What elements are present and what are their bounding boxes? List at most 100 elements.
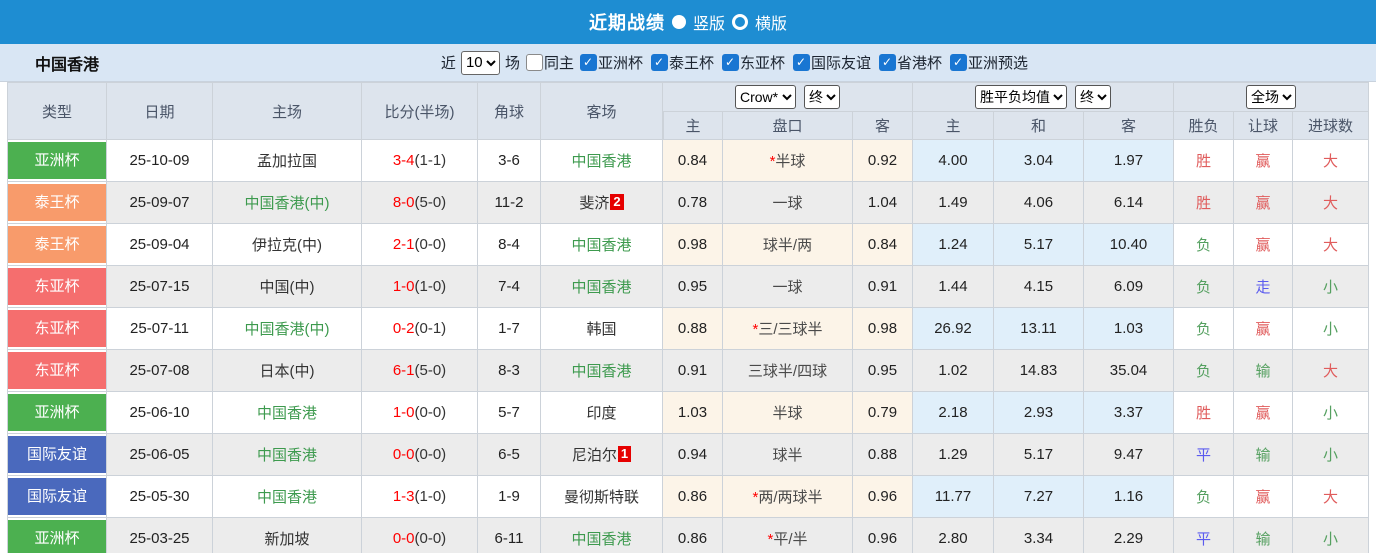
full-time-score: 2-1 (392, 236, 415, 253)
result-handicap: 赢 (1234, 392, 1294, 434)
competition-badge: 东亚杯 (8, 352, 106, 389)
col-header-handicap-away: 客 (853, 112, 913, 140)
col-header-avg-home: 主 (913, 112, 994, 140)
east-asian-cup-label: 东亚杯 (740, 55, 786, 72)
rank-badge: 1 (617, 446, 632, 462)
col-header-wdl: 胜负 (1174, 112, 1235, 140)
corner-score: 11-2 (478, 182, 541, 224)
table-row: 国际友谊 25-06-05 中国香港 0-0(0-0) 6-5 尼泊尔 1 0.9… (7, 434, 1370, 476)
avg-home-odds: 4.00 (913, 140, 994, 182)
match-date: 25-09-04 (107, 224, 213, 266)
avg-time-select[interactable]: 终 (1075, 85, 1111, 109)
scope-select[interactable]: 全场 (1246, 85, 1297, 109)
rank-badge: 2 (610, 194, 624, 210)
match-date: 25-09-07 (107, 182, 213, 224)
page-title: 近期战绩 (588, 13, 665, 33)
home-team: 新加坡 (213, 518, 362, 553)
corner-score: 7-4 (478, 266, 541, 308)
table-row: 东亚杯 25-07-15 中国(中) 1-0(1-0) 7-4 中国香港 0.9… (7, 266, 1370, 308)
same-home-checkbox[interactable] (525, 54, 543, 71)
col-header-date: 日期 (107, 82, 213, 140)
half-time-score: (0-0) (414, 404, 447, 421)
provincial-cup-checkbox[interactable] (879, 54, 897, 71)
result-handicap: 赢 (1234, 140, 1294, 182)
half-time-score: (5-0) (414, 362, 447, 379)
col-header-handicap-line: 盘口 (723, 112, 853, 140)
home-team: 伊拉克(中) (213, 224, 362, 266)
col-header-goals: 进球数 (1293, 112, 1370, 140)
vertical-layout-label[interactable]: 竖版 (693, 10, 725, 34)
table-row: 泰王杯 25-09-04 伊拉克(中) 2-1(0-0) 8-4 中国香港 0.… (7, 224, 1370, 266)
match-date: 25-07-11 (107, 308, 213, 350)
table-row: 国际友谊 25-05-30 中国香港 1-3(1-0) 1-9 曼彻斯特联 0.… (7, 476, 1370, 518)
kings-cup-checkbox[interactable] (650, 54, 668, 71)
home-team: 中国(中) (213, 266, 362, 308)
table-header: 类型 日期 主场 比分(半场) 角球 客场 Crow* 终 胜平负均值终 全场 主… (7, 82, 1370, 140)
avg-draw-odds: 13.11 (994, 308, 1084, 350)
east-asian-cup-checkbox[interactable] (722, 54, 739, 71)
half-time-score: (5-0) (414, 194, 447, 211)
result-group-header: 全场 (1174, 82, 1370, 112)
competition-filter: 省港杯 (873, 52, 942, 73)
full-time-score: 6-1 (392, 362, 415, 379)
competition-filter: 泰王杯 (645, 52, 714, 73)
title-bar: 近期战绩 竖版 横版 (0, 0, 1376, 44)
vertical-layout-radio-icon[interactable] (671, 15, 686, 29)
avg-market-select[interactable]: 胜平负均值 (975, 85, 1067, 109)
corner-score: 8-4 (478, 224, 541, 266)
avg-group-header: 胜平负均值终 (913, 82, 1175, 112)
competition-badge: 国际友谊 (8, 436, 106, 473)
competition-filter: 亚洲预选 (944, 52, 1028, 73)
result-goals: 小 (1293, 434, 1370, 476)
avg-away-odds: 6.09 (1084, 266, 1175, 308)
asian-cup-checkbox[interactable] (579, 54, 597, 71)
half-time-score: (0-0) (414, 446, 447, 463)
result-goals: 大 (1293, 350, 1370, 392)
avg-draw-odds: 4.06 (994, 182, 1084, 224)
col-header-corner: 角球 (478, 82, 541, 140)
full-time-score: 3-4 (392, 152, 415, 169)
bookmaker-select[interactable]: Crow* (735, 85, 796, 109)
competition-badge: 亚洲杯 (8, 142, 106, 179)
match-date: 25-06-05 (107, 434, 213, 476)
corner-score: 1-9 (478, 476, 541, 518)
competition-type-cell: 泰王杯 (7, 224, 107, 266)
horizontal-layout-radio-icon[interactable] (732, 14, 748, 30)
team-name: 中国香港 (35, 56, 100, 74)
competition-filter: 东亚杯 (716, 52, 785, 73)
away-team: 中国香港 (541, 350, 663, 392)
home-team: 中国香港 (213, 392, 362, 434)
friendly-checkbox[interactable] (793, 54, 811, 71)
match-date: 25-07-15 (107, 266, 213, 308)
handicap-away-odds: 0.98 (853, 308, 913, 350)
table-row: 泰王杯 25-09-07 中国香港(中) 8-0(5-0) 11-2 斐济 2 0… (7, 182, 1370, 224)
col-header-avg-away: 客 (1084, 112, 1175, 140)
matches-unit-label: 场 (504, 55, 520, 72)
avg-draw-odds: 14.83 (994, 350, 1084, 392)
handicap-time-select[interactable]: 终 (804, 85, 840, 109)
match-date: 25-10-09 (107, 140, 213, 182)
result-handicap: 输 (1234, 350, 1294, 392)
match-date: 25-06-10 (107, 392, 213, 434)
score-cell: 1-0(1-0) (362, 266, 478, 308)
asian-qualifier-checkbox[interactable] (950, 54, 968, 71)
avg-draw-odds: 5.17 (994, 434, 1084, 476)
avg-home-odds: 2.80 (913, 518, 994, 553)
recent-count-select[interactable]: 10 (460, 50, 500, 75)
handicap-away-odds: 0.88 (853, 434, 913, 476)
handicap-line: 半球 (723, 392, 853, 434)
corner-score: 6-11 (478, 518, 541, 553)
corner-score: 5-7 (478, 392, 541, 434)
avg-away-odds: 3.37 (1084, 392, 1175, 434)
corner-score: 8-3 (478, 350, 541, 392)
home-team: 日本(中) (213, 350, 362, 392)
avg-home-odds: 1.24 (913, 224, 994, 266)
result-handicap: 赢 (1234, 476, 1294, 518)
kings-cup-label: 泰王杯 (668, 55, 714, 72)
competition-type-cell: 东亚杯 (7, 350, 107, 392)
competition-type-cell: 国际友谊 (7, 434, 107, 476)
horizontal-layout-label[interactable]: 横版 (755, 10, 787, 34)
away-team: 中国香港 (541, 518, 663, 553)
result-goals: 大 (1293, 476, 1370, 518)
result-wdl: 胜 (1174, 392, 1235, 434)
